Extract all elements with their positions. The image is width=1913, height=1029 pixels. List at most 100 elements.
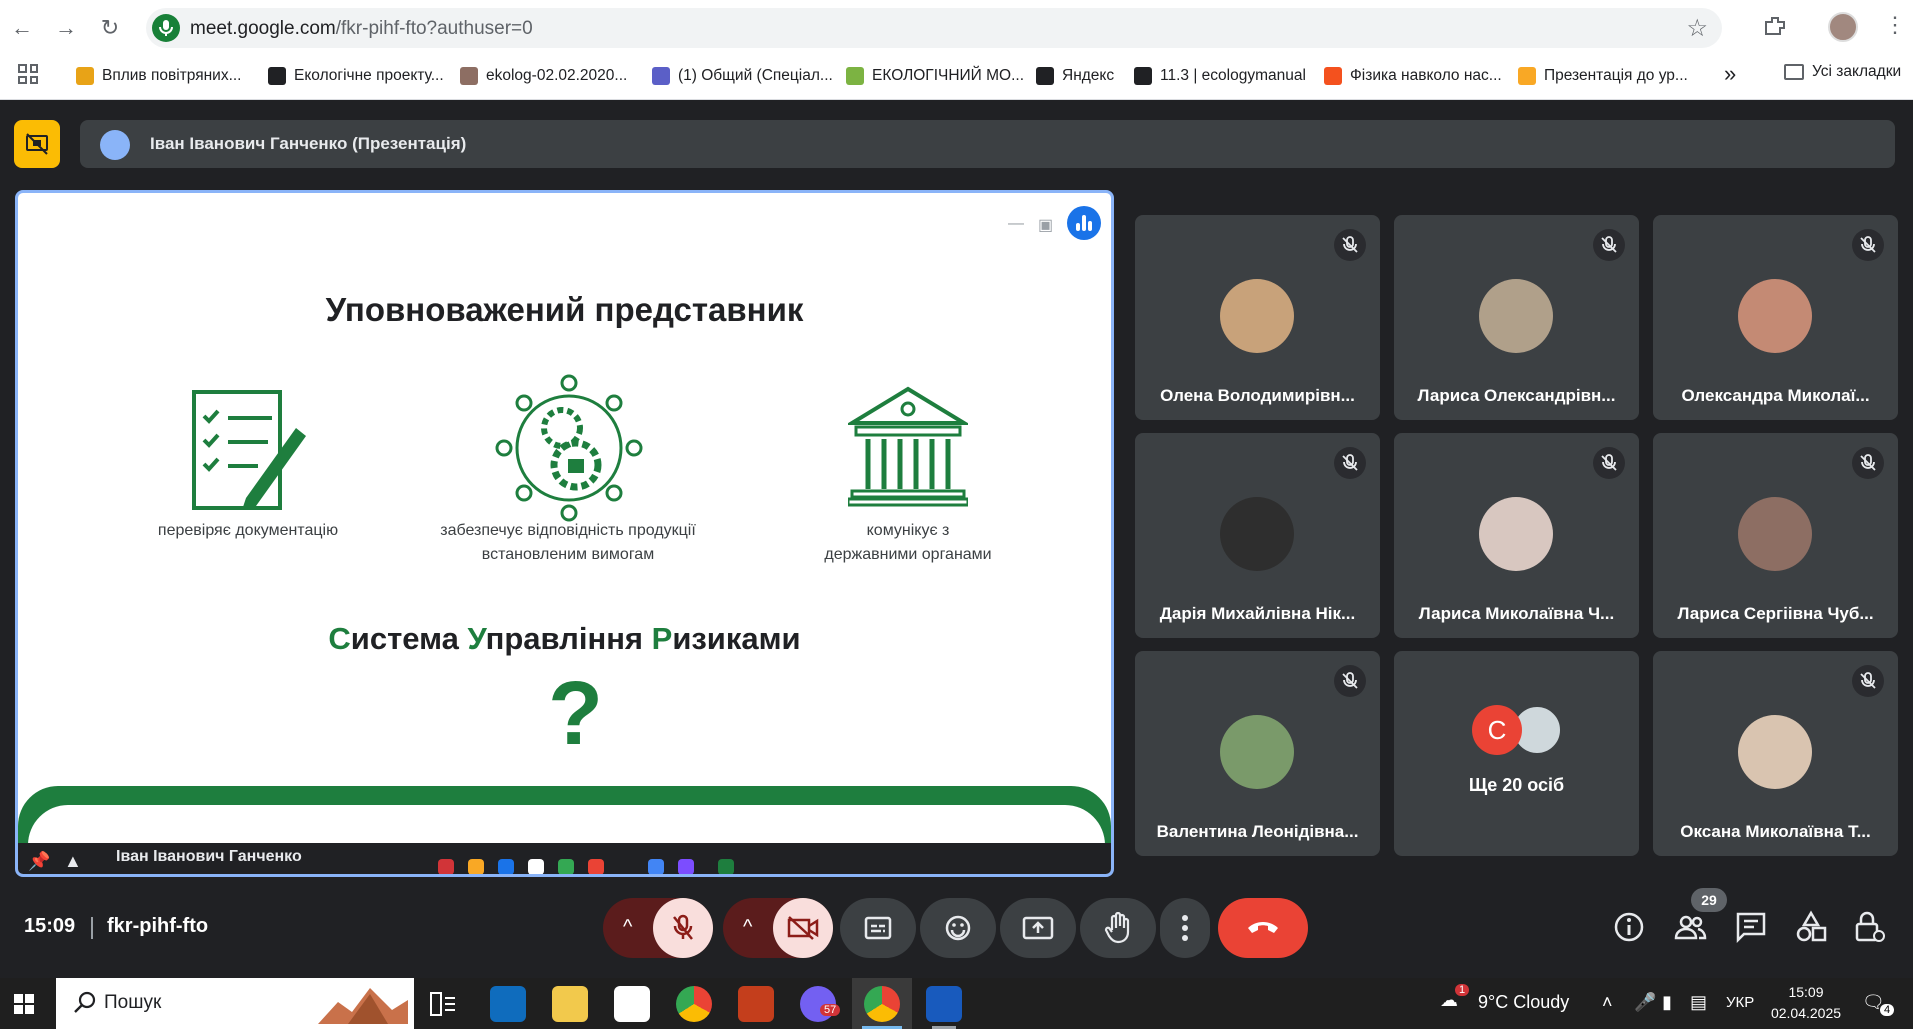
participant-tile[interactable]: Лариса Миколаївна Ч... <box>1394 433 1639 638</box>
captions-icon <box>864 916 892 940</box>
divider <box>91 917 93 939</box>
bookmark-item[interactable]: Яндекс <box>1036 63 1114 89</box>
presentation-tile[interactable]: — ▣ Уповноважений представник перевіряє … <box>15 190 1114 877</box>
participant-name: Лариса Сергіівна Чуб... <box>1677 604 1874 623</box>
microphone-active-icon[interactable] <box>152 14 180 42</box>
host-controls-icon[interactable] <box>1852 910 1886 944</box>
participant-name: Дарія Михайлівна Нік... <box>1159 604 1356 623</box>
mic-button[interactable]: ^ <box>603 898 713 958</box>
network-icon[interactable]: ▤ <box>1690 992 1707 1013</box>
participant-initial-avatar: С <box>1472 705 1522 755</box>
chevron-up-icon[interactable]: ^ <box>623 916 632 939</box>
powerpoint-icon[interactable] <box>738 986 774 1022</box>
mic-off-icon[interactable] <box>653 898 713 958</box>
camera-off-icon[interactable] <box>773 898 833 958</box>
participant-tile[interactable]: Олена Володимирівн... <box>1135 215 1380 420</box>
participant-tile[interactable]: Дарія Михайлівна Нік... <box>1135 433 1380 638</box>
emoji-reactions-button[interactable] <box>920 898 996 958</box>
pip-icon[interactable]: ▣ <box>1038 215 1053 235</box>
weather-alert-badge: 1 <box>1455 984 1470 996</box>
camera-button[interactable]: ^ <box>723 898 833 958</box>
profile-avatar[interactable] <box>1828 12 1858 42</box>
participant-avatar <box>1479 497 1553 571</box>
raise-hand-button[interactable] <box>1080 898 1156 958</box>
chat-icon[interactable] <box>1734 910 1768 944</box>
people-icon[interactable] <box>1673 910 1707 944</box>
system-clock[interactable]: 15:09 02.04.2025 <box>1770 982 1842 1024</box>
file-explorer-icon[interactable] <box>552 986 588 1022</box>
bookmark-item[interactable]: Екологічне проекту... <box>268 63 444 89</box>
task-view-icon[interactable] <box>428 990 458 1018</box>
presenter-name: Іван Іванович Ганченко (Презентація) <box>150 134 467 153</box>
meeting-details-icon[interactable] <box>1612 910 1646 944</box>
bookmark-star-icon[interactable]: ☆ <box>1686 14 1708 43</box>
raise-hand-icon <box>1104 912 1130 944</box>
mini-taskbar-app-icon <box>498 859 514 874</box>
tray-mic-icon[interactable]: 🎤 <box>1634 992 1656 1013</box>
microsoft-store-icon[interactable] <box>614 986 650 1022</box>
emoji-icon <box>945 915 971 941</box>
bookmark-item[interactable]: ekolog-02.02.2020... <box>460 63 627 89</box>
people-count-badge: 29 <box>1691 888 1727 912</box>
windows-start-icon[interactable] <box>14 994 34 1014</box>
pin-icon[interactable]: 📌 <box>28 851 50 872</box>
participant-name: Олена Володимирівн... <box>1160 386 1355 405</box>
reload-icon[interactable]: ↻ <box>96 14 124 42</box>
subtitle-fragment: изиками <box>672 621 801 656</box>
back-arrow-icon[interactable]: ← <box>8 14 36 42</box>
bookmark-item[interactable]: ЕКОЛОГІЧНИЙ МО... <box>846 63 1024 89</box>
participant-tile[interactable]: Валентина Леонідівна... <box>1135 651 1380 856</box>
bookmark-item[interactable]: Фізика навколо нас... <box>1324 63 1502 89</box>
chrome-icon[interactable] <box>676 986 712 1022</box>
caption-compliance: забезпечує відповідність продукції встано… <box>440 522 696 563</box>
mini-taskbar-app-icon <box>588 859 604 874</box>
participant-tile[interactable]: Лариса Сергіівна Чуб... <box>1653 433 1898 638</box>
extensions-icon[interactable] <box>1762 14 1788 40</box>
captions-button[interactable] <box>840 898 916 958</box>
battery-icon[interactable]: ▮ <box>1662 992 1672 1013</box>
input-language[interactable]: УКР <box>1726 994 1754 1011</box>
bookmark-favicon-icon <box>1134 67 1152 85</box>
meeting-clock: 15:09 <box>24 915 76 937</box>
present-screen-button[interactable] <box>1000 898 1076 958</box>
outlook-icon[interactable] <box>490 986 526 1022</box>
subtitle-fragment: Р <box>651 621 673 656</box>
stop-presenting-icon[interactable] <box>14 120 60 168</box>
bookmark-item[interactable]: Вплив повітряних... <box>76 63 242 89</box>
government-building-icon <box>848 386 968 507</box>
bookmark-favicon-icon <box>1518 67 1536 85</box>
all-bookmarks-button[interactable]: Усі закладки <box>1784 63 1901 81</box>
taskbar-search[interactable]: Пошук <box>56 978 414 1029</box>
bookmark-item[interactable]: (1) Общий (Спеціал... <box>652 63 833 89</box>
slide-subtitle: Система Управління Ризиками <box>18 621 1111 657</box>
bookmark-favicon-icon <box>76 67 94 85</box>
search-placeholder: Пошук <box>104 992 162 1013</box>
participant-tile[interactable]: Олександра Миколаї... <box>1653 215 1898 420</box>
weather-text[interactable]: 9°C Cloudy <box>1478 992 1569 1013</box>
participant-tile[interactable]: Лариса Олександрівн... <box>1394 215 1639 420</box>
bookmark-item[interactable]: 11.3 | ecologymanual <box>1134 63 1306 89</box>
forward-arrow-icon[interactable]: → <box>52 14 80 42</box>
participant-avatar <box>1738 497 1812 571</box>
tray-chevron-icon[interactable]: ˄ <box>1602 992 1613 1013</box>
participant-name: Валентина Леонідівна... <box>1156 822 1359 841</box>
document-checklist-icon <box>192 390 306 510</box>
presentation-owner-name: Іван Іванович Ганченко <box>116 848 302 865</box>
viber-unread-badge: 57 <box>820 1004 841 1016</box>
participant-tile[interactable]: Оксана Миколаївна Т... <box>1653 651 1898 856</box>
chrome-profile-icon[interactable] <box>864 986 900 1022</box>
subtitle-fragment: У <box>467 621 486 656</box>
activities-icon[interactable] <box>1794 910 1828 944</box>
word-icon[interactable] <box>926 986 962 1022</box>
bookmark-item[interactable]: Презентація до ур... <box>1518 63 1688 89</box>
more-participants-tile[interactable]: С Ще 20 осіб <box>1394 651 1639 856</box>
browser-menu-icon[interactable]: ⋮ <box>1884 12 1906 38</box>
minimize-icon[interactable]: — <box>1008 215 1024 233</box>
apps-grid-icon[interactable] <box>18 64 38 84</box>
leave-call-button[interactable] <box>1218 898 1308 958</box>
chevron-up-icon[interactable]: ^ <box>743 916 752 939</box>
caption-checks-docs: перевіряє документацію <box>157 522 339 539</box>
address-bar[interactable]: meet.google.com/fkr-pihf-fto?authuser=0 … <box>146 8 1722 48</box>
bookmarks-overflow-button[interactable]: » <box>1724 61 1736 87</box>
more-options-button[interactable] <box>1160 898 1210 958</box>
